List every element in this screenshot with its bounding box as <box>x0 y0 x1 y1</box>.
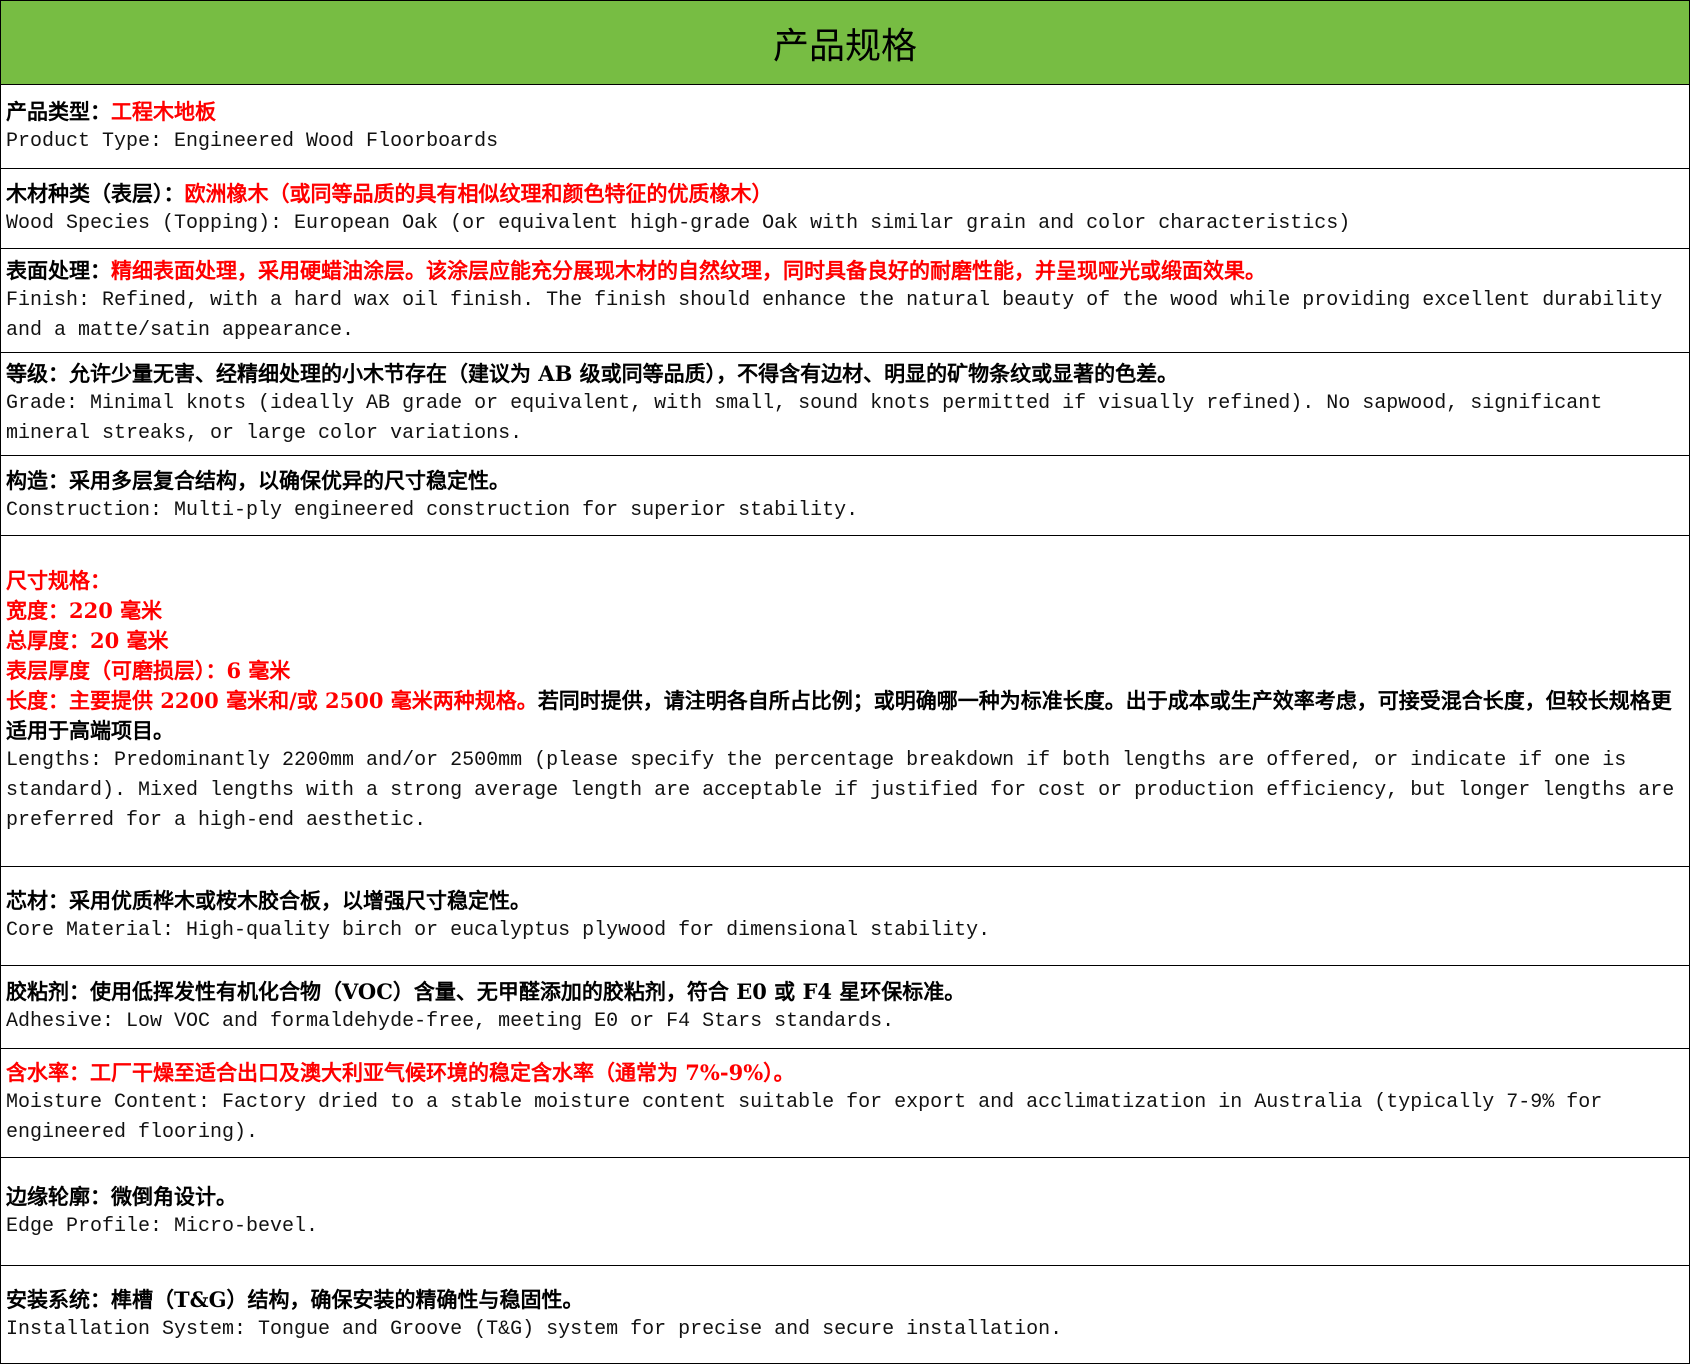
chinese-text: 安装系统：榫槽（T&G）结构，确保安装的精确性与稳固性。 <box>6 1285 1684 1315</box>
row-adhesive: 胶粘剂：使用低挥发性有机化合物（VOC）含量、无甲醛添加的胶粘剂，符合 E0 或… <box>1 966 1689 1049</box>
row-dimensions: 尺寸规格： 宽度：220 毫米 总厚度：20 毫米 表层厚度（可磨损层）：6 毫… <box>1 536 1689 867</box>
dimensions-thickness: 总厚度：20 毫米 <box>6 626 1684 656</box>
english-text: Moisture Content: Factory dried to a sta… <box>6 1088 1684 1148</box>
english-text: Finish: Refined, with a hard wax oil fin… <box>6 286 1684 346</box>
english-text: Adhesive: Low VOC and formaldehyde-free,… <box>6 1007 1684 1037</box>
table-title: 产品规格 <box>1 1 1689 85</box>
row-wood-species: 木材种类（表层）：欧洲橡木（或同等品质的具有相似纹理和颜色特征的优质橡木） Wo… <box>1 169 1689 249</box>
english-text: Core Material: High-quality birch or euc… <box>6 916 1684 946</box>
english-text: Edge Profile: Micro-bevel. <box>6 1212 1684 1242</box>
dimensions-wear-layer: 表层厚度（可磨损层）：6 毫米 <box>6 656 1684 686</box>
row-finish: 表面处理：精细表面处理，采用硬蜡油涂层。该涂层应能充分展现木材的自然纹理，同时具… <box>1 249 1689 353</box>
value: 欧洲橡木（或同等品质的具有相似纹理和颜色特征的优质橡木） <box>185 181 773 206</box>
english-text: Product Type: Engineered Wood Floorboard… <box>6 127 1684 157</box>
english-text: Grade: Minimal knots (ideally AB grade o… <box>6 389 1684 449</box>
label: 木材种类（表层）： <box>6 181 185 206</box>
chinese-text: 构造：采用多层复合结构，以确保优异的尺寸稳定性。 <box>6 466 1684 496</box>
value: 工程木地板 <box>111 99 216 124</box>
chinese-text: 含水率：工厂干燥至适合出口及澳大利亚气候环境的稳定含水率（通常为 7%-9%）。 <box>6 1058 1684 1088</box>
chinese-text: 胶粘剂：使用低挥发性有机化合物（VOC）含量、无甲醛添加的胶粘剂，符合 E0 或… <box>6 977 1684 1007</box>
label: 产品类型： <box>6 99 111 124</box>
english-text: Lengths: Predominantly 2200mm and/or 250… <box>6 746 1684 836</box>
row-construction: 构造：采用多层复合结构，以确保优异的尺寸稳定性。 Construction: M… <box>1 456 1689 536</box>
value: 精细表面处理，采用硬蜡油涂层。该涂层应能充分展现木材的自然纹理，同时具备良好的耐… <box>111 258 1266 283</box>
english-text: Wood Species (Topping): European Oak (or… <box>6 209 1684 239</box>
row-grade: 等级：允许少量无害、经精细处理的小木节存在（建议为 AB 级或同等品质），不得含… <box>1 353 1689 456</box>
dimensions-heading: 尺寸规格： <box>6 566 1684 596</box>
english-text: Construction: Multi-ply engineered const… <box>6 496 1684 526</box>
row-product-type: 产品类型：工程木地板 Product Type: Engineered Wood… <box>1 85 1689 169</box>
chinese-text: 等级：允许少量无害、经精细处理的小木节存在（建议为 AB 级或同等品质），不得含… <box>6 359 1684 389</box>
length-red: 长度：主要提供 2200 毫米和/或 2500 毫米两种规格。 <box>6 688 538 713</box>
chinese-text: 边缘轮廓：微倒角设计。 <box>6 1182 1684 1212</box>
english-text: Installation System: Tongue and Groove (… <box>6 1315 1684 1345</box>
row-edge-profile: 边缘轮廓：微倒角设计。 Edge Profile: Micro-bevel. <box>1 1158 1689 1266</box>
row-core-material: 芯材：采用优质桦木或桉木胶合板，以增强尺寸稳定性。 Core Material:… <box>1 867 1689 966</box>
dimensions-width: 宽度：220 毫米 <box>6 596 1684 626</box>
label: 表面处理： <box>6 258 111 283</box>
row-moisture: 含水率：工厂干燥至适合出口及澳大利亚气候环境的稳定含水率（通常为 7%-9%）。… <box>1 1049 1689 1158</box>
chinese-text: 芯材：采用优质桦木或桉木胶合板，以增强尺寸稳定性。 <box>6 886 1684 916</box>
row-installation: 安装系统：榫槽（T&G）结构，确保安装的精确性与稳固性。 Installatio… <box>1 1266 1689 1364</box>
spec-table: 产品规格 产品类型：工程木地板 Product Type: Engineered… <box>0 0 1690 1364</box>
